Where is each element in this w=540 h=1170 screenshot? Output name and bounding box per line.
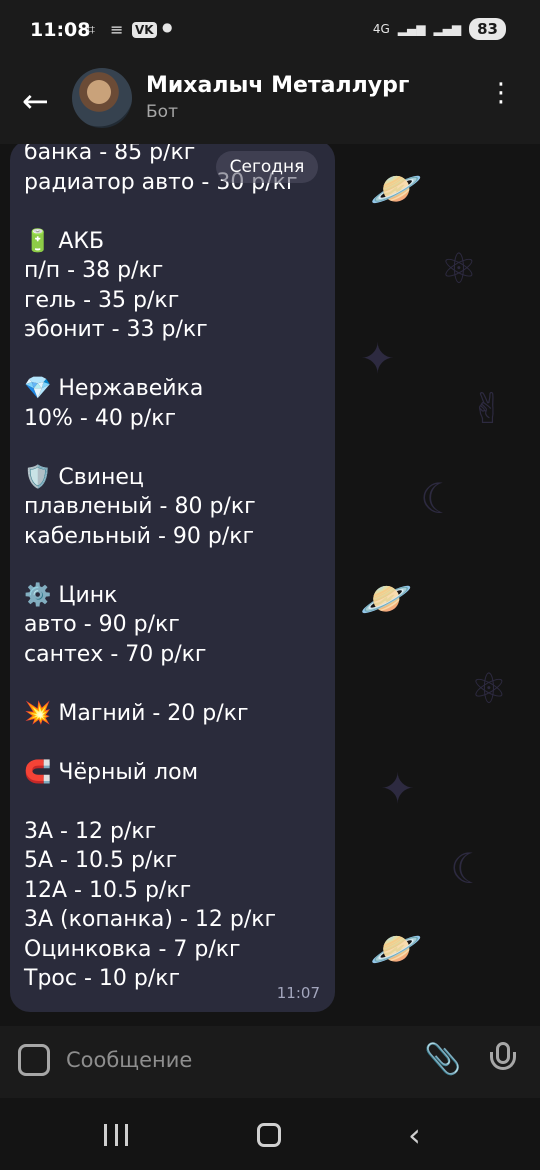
star-doodle-icon-2: ✦: [380, 764, 416, 813]
message-input[interactable]: Сообщение: [66, 1048, 192, 1072]
status-bar: 11:08 ⌗ ≡ VK ● 4G ▂▄▆ ▂▄▆ 83: [0, 0, 540, 64]
chat-title[interactable]: Михалыч Металлург: [146, 73, 409, 98]
chat-subtitle: Бот: [146, 102, 178, 122]
message-time: 11:07: [276, 984, 320, 1002]
composer: Сообщение 📎: [0, 1026, 540, 1098]
chat-area[interactable]: 🪐 ⚛ ✦ ✌ ☾ 🪐 ⚛ ✦ ☾ 🪐 банка - 85 р/кг ради…: [0, 144, 540, 1026]
planet-doodle-icon: 🪐: [370, 164, 423, 213]
sticker-icon[interactable]: [18, 1044, 50, 1076]
message-bubble[interactable]: банка - 85 р/кг радиатор авто - 30 р/кг …: [10, 144, 335, 1012]
recents-icon[interactable]: [104, 1124, 128, 1146]
star-doodle-icon: ✦: [360, 334, 396, 383]
network-label: 4G: [372, 22, 390, 36]
vk-icon: VK: [132, 22, 157, 38]
moon-doodle-icon: ☾: [420, 474, 458, 523]
moon-doodle-icon-2: ☾: [450, 844, 488, 893]
atom-doodle-icon-2: ⚛: [470, 664, 508, 713]
peace-doodle-icon: ✌: [470, 384, 506, 433]
dot-icon: ●: [162, 20, 173, 34]
chevron-left-icon[interactable]: ‹: [408, 1116, 421, 1154]
avatar[interactable]: [72, 68, 132, 128]
battery-badge: 83: [469, 18, 506, 40]
chat-header: ← Михалыч Металлург Бот ⋮: [0, 64, 540, 144]
system-nav-bar: ‹: [0, 1098, 540, 1170]
signal-icon-2: ▂▄▆: [433, 22, 462, 36]
date-chip: Сегодня: [216, 151, 318, 183]
status-right: 4G ▂▄▆ ▂▄▆ 83: [373, 18, 506, 40]
paperclip-icon[interactable]: 📎: [424, 1042, 461, 1077]
more-vertical-icon[interactable]: ⋮: [488, 80, 514, 106]
atom-doodle-icon: ⚛: [440, 244, 478, 293]
planet-doodle-icon-3: 🪐: [370, 924, 423, 973]
microphone-icon[interactable]: [488, 1042, 518, 1080]
arrow-left-icon[interactable]: ←: [22, 82, 49, 120]
status-time: 11:08: [30, 19, 91, 41]
message-text: банка - 85 р/кг радиатор авто - 30 р/кг …: [24, 144, 298, 991]
signal-icon: ▂▄▆: [397, 22, 426, 36]
notification-icon: ≡: [110, 20, 124, 39]
planet-doodle-icon-2: 🪐: [360, 574, 413, 623]
home-icon[interactable]: [257, 1123, 281, 1147]
screenshot-icon: ⌗: [86, 20, 96, 39]
